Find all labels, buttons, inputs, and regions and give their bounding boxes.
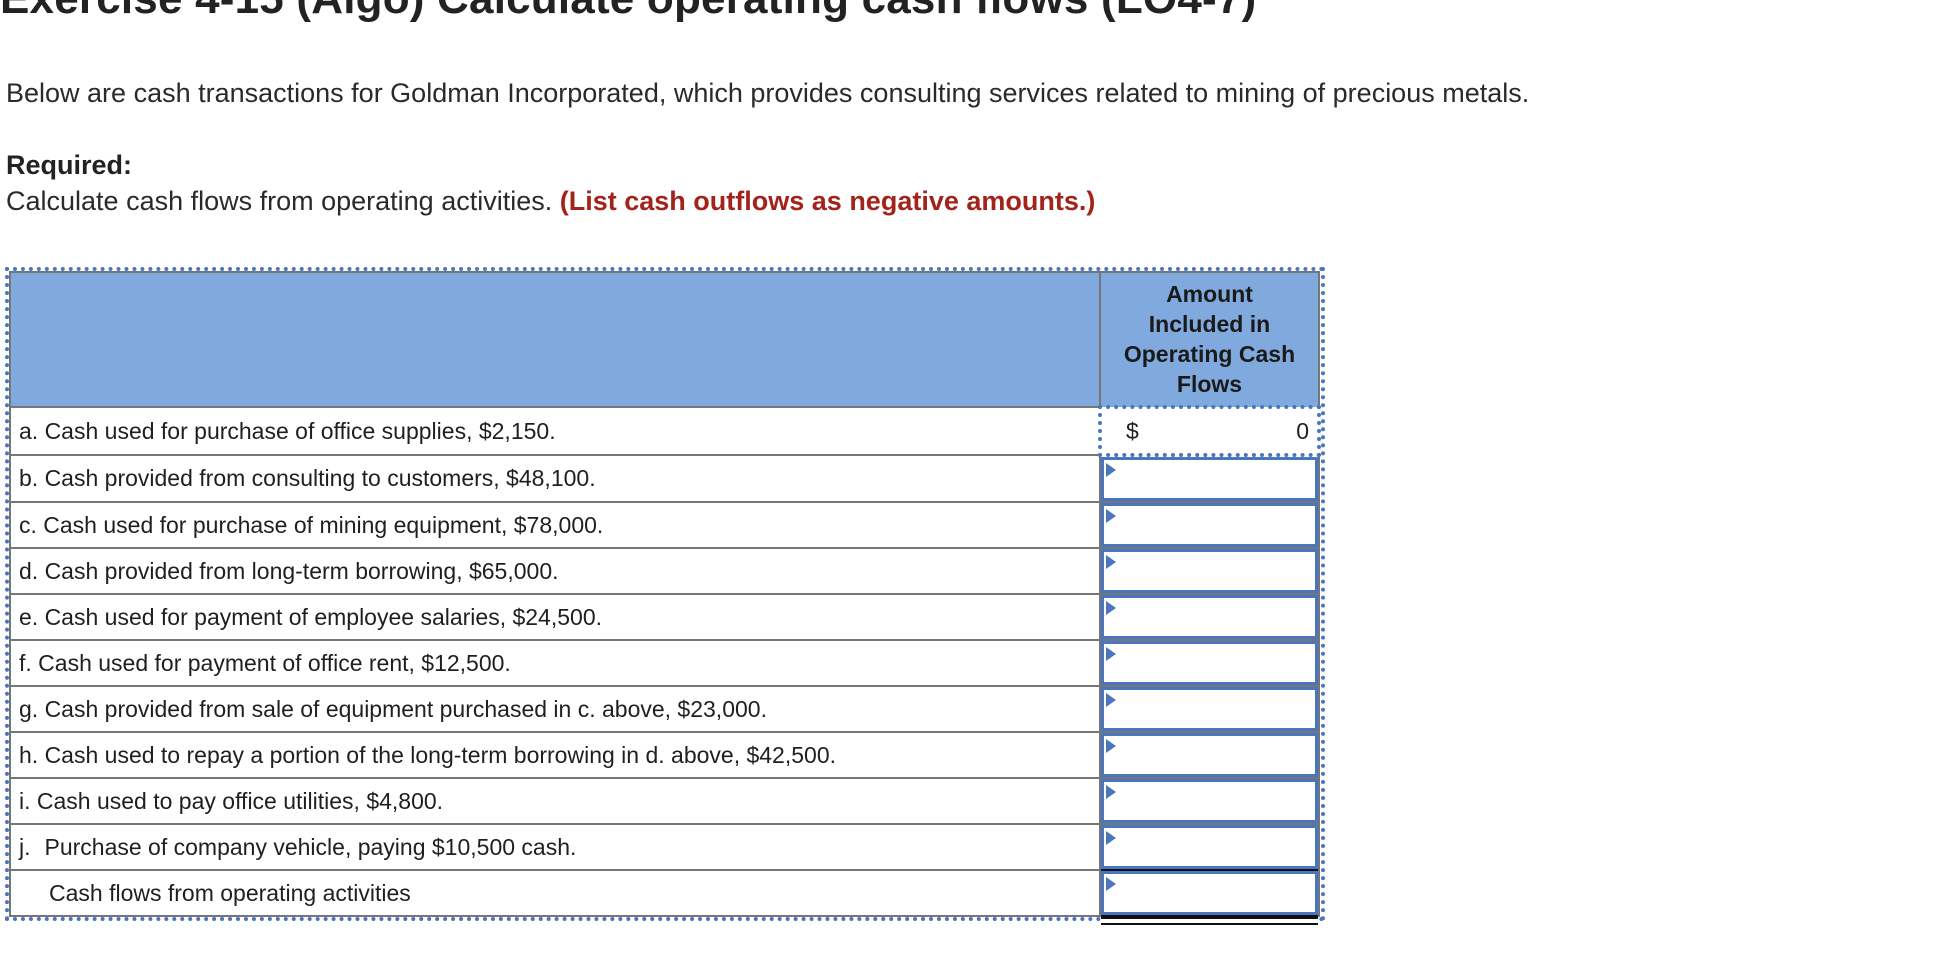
table-row: a. Cash used for purchase of office supp… xyxy=(9,405,1321,457)
header-amount-line: Amount xyxy=(1166,281,1253,307)
exercise-page: Exercise 4-15 (Algo) Calculate operating… xyxy=(0,0,1944,972)
cash-flow-table: Amount Included in Operating Cash Flows … xyxy=(9,271,1321,917)
cash-flow-table-container: Amount Included in Operating Cash Flows … xyxy=(5,267,1325,921)
input-flag-icon xyxy=(1106,877,1116,891)
total-label: Cash flows from operating activities xyxy=(9,869,1101,917)
header-amount: Amount Included in Operating Cash Flows xyxy=(1099,271,1320,408)
instruction-text: Calculate cash flows from operating acti… xyxy=(6,186,1095,217)
table-row: j. Purchase of company vehicle, paying $1… xyxy=(9,823,1320,871)
row-label: b. Cash provided from consulting to cust… xyxy=(9,454,1101,503)
table-row: i. Cash used to pay office utilities, $4… xyxy=(9,777,1320,825)
row-label: e. Cash used for payment of employee sal… xyxy=(9,593,1101,641)
input-flag-icon xyxy=(1106,601,1116,615)
header-amount-line: Included in xyxy=(1148,311,1271,337)
amount-input[interactable] xyxy=(1101,503,1318,547)
amount-input[interactable] xyxy=(1101,457,1318,501)
table-row: d. Cash provided from long-term borrowin… xyxy=(9,547,1320,595)
amount-cell-j[interactable] xyxy=(1099,823,1320,871)
amount-input[interactable] xyxy=(1101,825,1318,869)
row-label: i. Cash used to pay office utilities, $4… xyxy=(9,777,1101,825)
input-flag-icon xyxy=(1106,463,1116,477)
amount-input[interactable] xyxy=(1101,549,1318,593)
amount-cell-e[interactable] xyxy=(1099,593,1320,641)
instruction-main: Calculate cash flows from operating acti… xyxy=(6,186,553,216)
input-flag-icon xyxy=(1106,693,1116,707)
header-amount-line: Flows xyxy=(1176,371,1243,397)
total-amount-input[interactable] xyxy=(1101,871,1318,915)
input-flag-icon xyxy=(1106,739,1116,753)
input-flag-icon xyxy=(1106,831,1116,845)
row-text: Purchase of company vehicle, paying $10,… xyxy=(44,833,577,860)
amount-cell-f[interactable] xyxy=(1099,639,1320,687)
intro-text: Below are cash transactions for Goldman … xyxy=(6,78,1530,108)
exercise-title: Exercise 4-15 (Algo) Calculate operating… xyxy=(0,0,1256,24)
table-row: f. Cash used for payment of office rent,… xyxy=(9,639,1320,687)
row-label: c. Cash used for purchase of mining equi… xyxy=(9,501,1101,549)
amount-input[interactable] xyxy=(1101,641,1318,685)
table-row: b. Cash provided from consulting to cust… xyxy=(9,454,1320,503)
input-flag-icon xyxy=(1106,647,1116,661)
amount-input[interactable] xyxy=(1101,595,1318,639)
row-label: g. Cash provided from sale of equipment … xyxy=(9,685,1101,733)
amount-cell-h[interactable] xyxy=(1099,731,1320,779)
amount-cell-d[interactable] xyxy=(1099,547,1320,595)
amount-cell-g[interactable] xyxy=(1099,685,1320,733)
amount-input[interactable] xyxy=(1101,687,1318,731)
amount-cell-a[interactable]: $ 0 xyxy=(1098,405,1321,457)
input-flag-icon xyxy=(1106,555,1116,569)
row-prefix: j. xyxy=(19,833,31,860)
table-row: h. Cash used to repay a portion of the l… xyxy=(9,731,1320,779)
amount-cell-total[interactable] xyxy=(1099,869,1320,917)
amount-cell-c[interactable] xyxy=(1099,501,1320,549)
input-flag-icon xyxy=(1106,785,1116,799)
amount-input[interactable] xyxy=(1101,779,1318,823)
amount-input[interactable] xyxy=(1101,733,1318,777)
amount-cell-b[interactable] xyxy=(1099,454,1320,503)
table-row: e. Cash used for payment of employee sal… xyxy=(9,593,1320,641)
row-label: f. Cash used for payment of office rent,… xyxy=(9,639,1101,687)
header-amount-line: Operating Cash xyxy=(1123,341,1296,367)
row-label: d. Cash provided from long-term borrowin… xyxy=(9,547,1101,595)
currency-symbol: $ xyxy=(1126,417,1139,444)
row-label: a. Cash used for purchase of office supp… xyxy=(9,406,1101,456)
table-row-total: Cash flows from operating activities xyxy=(9,869,1320,917)
table-row: c. Cash used for purchase of mining equi… xyxy=(9,501,1320,549)
row-label: h. Cash used to repay a portion of the l… xyxy=(9,731,1101,779)
input-flag-icon xyxy=(1106,509,1116,523)
table-header-row: Amount Included in Operating Cash Flows xyxy=(9,271,1320,408)
amount-value[interactable]: 0 xyxy=(1296,418,1309,445)
row-label: j. Purchase of company vehicle, paying $1… xyxy=(9,823,1101,871)
table-row: g. Cash provided from sale of equipment … xyxy=(9,685,1320,733)
header-description xyxy=(9,271,1101,408)
instruction-note: (List cash outflows as negative amounts.… xyxy=(559,186,1096,216)
amount-cell-i[interactable] xyxy=(1099,777,1320,825)
required-label: Required: xyxy=(6,150,133,180)
